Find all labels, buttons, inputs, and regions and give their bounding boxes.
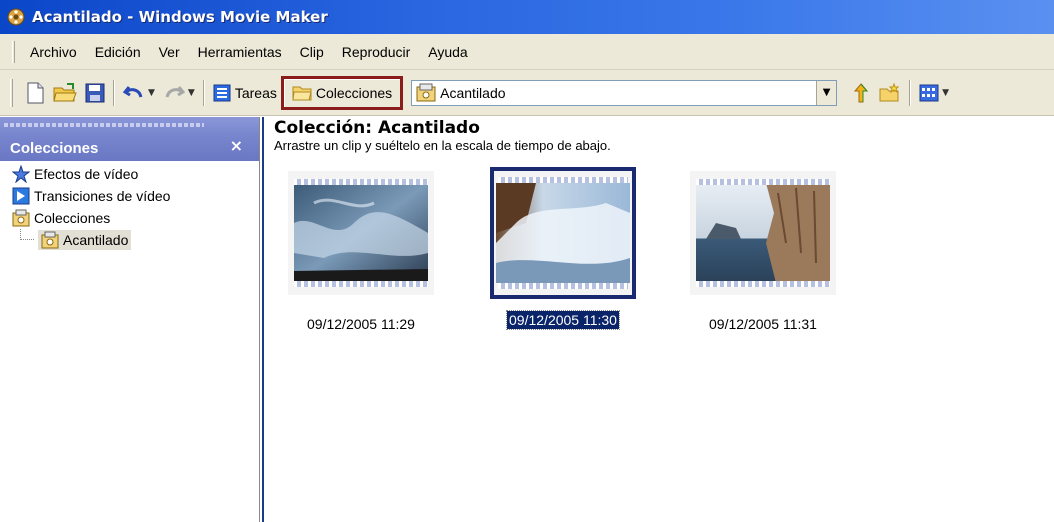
menu-bar: Archivo Edición Ver Herramientas Clip Re… xyxy=(0,34,1054,70)
collection-header: Colección: Acantilado Arrastre un clip y… xyxy=(264,117,1054,153)
up-level-button[interactable] xyxy=(847,78,875,108)
undo-icon xyxy=(123,85,143,98)
chevron-down-icon: ▼ xyxy=(187,87,195,98)
collection-select-value: Acantilado xyxy=(440,84,506,101)
collections-pane: Colecciones × Efectos de vídeo Transicio… xyxy=(0,117,260,522)
toolbar-grip xyxy=(10,78,13,107)
views-grid-icon xyxy=(919,84,939,101)
collection-instructions: Arrastre un clip y suéltelo en la escala… xyxy=(274,138,611,153)
film-strip xyxy=(696,281,830,287)
menu-clip[interactable]: Clip xyxy=(291,42,333,62)
collections-pane-title: Colecciones xyxy=(10,140,99,157)
tree-item-selection: Acantilado xyxy=(38,230,132,250)
save-disk-icon xyxy=(85,83,105,102)
window-title: Acantilado - Windows Movie Maker xyxy=(32,8,328,26)
views-button[interactable]: ▼ xyxy=(915,78,953,108)
collections-folder-icon xyxy=(292,86,312,100)
up-arrow-folder-icon xyxy=(854,82,869,102)
clip-label: 09/12/2005 11:31 xyxy=(709,316,817,332)
film-strip xyxy=(498,177,628,183)
new-project-button[interactable] xyxy=(21,78,49,108)
tree-item-acantilado[interactable]: Acantilado xyxy=(0,229,259,251)
film-strip xyxy=(294,281,428,287)
tree-item-label: Colecciones xyxy=(34,210,111,226)
film-strip xyxy=(498,283,628,289)
tree-connector xyxy=(20,229,34,240)
chevron-down-icon[interactable]: ▼ xyxy=(816,80,837,105)
menu-ver[interactable]: Ver xyxy=(150,42,189,62)
clip-image xyxy=(294,183,428,283)
new-collection-button[interactable] xyxy=(875,78,905,108)
collection-film-icon xyxy=(416,83,436,101)
open-project-button[interactable] xyxy=(49,78,81,108)
tasks-label: Tareas xyxy=(234,84,277,101)
title-bar: Acantilado - Windows Movie Maker xyxy=(0,0,1054,34)
open-folder-icon xyxy=(53,82,77,101)
new-document-icon xyxy=(27,82,44,103)
tasks-list-icon xyxy=(213,84,231,101)
collection-select[interactable]: Acantilado ▼ xyxy=(411,79,838,106)
tree-item-label: Transiciones de vídeo xyxy=(34,188,171,204)
redo-button[interactable]: ▼ xyxy=(159,78,199,108)
chevron-down-icon: ▼ xyxy=(942,87,950,98)
menu-archivo[interactable]: Archivo xyxy=(21,42,86,62)
collections-button[interactable]: Colecciones xyxy=(280,75,404,110)
close-icon[interactable]: × xyxy=(230,136,243,155)
save-project-button[interactable] xyxy=(81,78,109,108)
tree-item-label: Efectos de vídeo xyxy=(34,166,139,182)
film-strip xyxy=(294,179,428,185)
collection-title: Colección: Acantilado xyxy=(274,118,480,138)
menu-grip xyxy=(12,40,15,63)
toolbar-separator xyxy=(202,79,205,106)
clip-item[interactable]: 09/12/2005 11:31 xyxy=(690,171,836,333)
star-effects-icon xyxy=(12,165,30,183)
clip-item[interactable]: 09/12/2005 11:29 xyxy=(288,171,434,333)
menu-ayuda[interactable]: Ayuda xyxy=(419,42,476,62)
clip-thumbnail[interactable] xyxy=(690,171,836,295)
clip-thumbnail[interactable] xyxy=(288,171,434,295)
clip-image xyxy=(496,183,630,283)
redo-icon xyxy=(165,85,185,98)
collections-tree: Efectos de vídeo Transiciones de vídeo C… xyxy=(0,161,259,251)
tasks-button[interactable]: Tareas xyxy=(209,78,281,108)
chevron-down-icon: ▼ xyxy=(148,87,155,98)
clip-label: 09/12/2005 11:30 xyxy=(506,310,620,330)
collection-content: Colección: Acantilado Arrastre un clip y… xyxy=(262,117,1054,522)
menu-herramientas[interactable]: Herramientas xyxy=(189,42,291,62)
menu-edicion[interactable]: Edición xyxy=(86,42,150,62)
toolbar: ▼ ▼ Tareas Colecciones Acantilado ▼ ▼ xyxy=(0,70,1054,116)
clip-item-selected[interactable]: 09/12/2005 11:30 xyxy=(490,167,636,330)
transition-icon xyxy=(12,187,30,205)
collection-folder-icon xyxy=(12,209,30,227)
movie-maker-icon xyxy=(7,8,25,26)
toolbar-separator xyxy=(113,79,115,106)
toolbar-separator xyxy=(909,79,912,106)
tree-item-collections[interactable]: Colecciones xyxy=(0,207,259,229)
new-folder-icon xyxy=(879,82,900,101)
tree-item-video-transitions[interactable]: Transiciones de vídeo xyxy=(0,185,259,207)
tree-item-video-effects[interactable]: Efectos de vídeo xyxy=(0,163,259,185)
undo-button[interactable]: ▼ xyxy=(119,78,159,108)
clip-label: 09/12/2005 11:29 xyxy=(307,316,415,332)
tree-item-label: Acantilado xyxy=(63,232,129,248)
collection-folder-icon xyxy=(41,231,59,249)
film-strip xyxy=(696,179,830,185)
collections-label: Colecciones xyxy=(315,84,393,101)
clip-image xyxy=(696,183,830,283)
pane-header-grip xyxy=(4,123,204,127)
menu-reproducir[interactable]: Reproducir xyxy=(333,42,419,62)
collections-pane-header: Colecciones × xyxy=(0,117,259,161)
clip-thumbnail[interactable] xyxy=(490,167,636,299)
